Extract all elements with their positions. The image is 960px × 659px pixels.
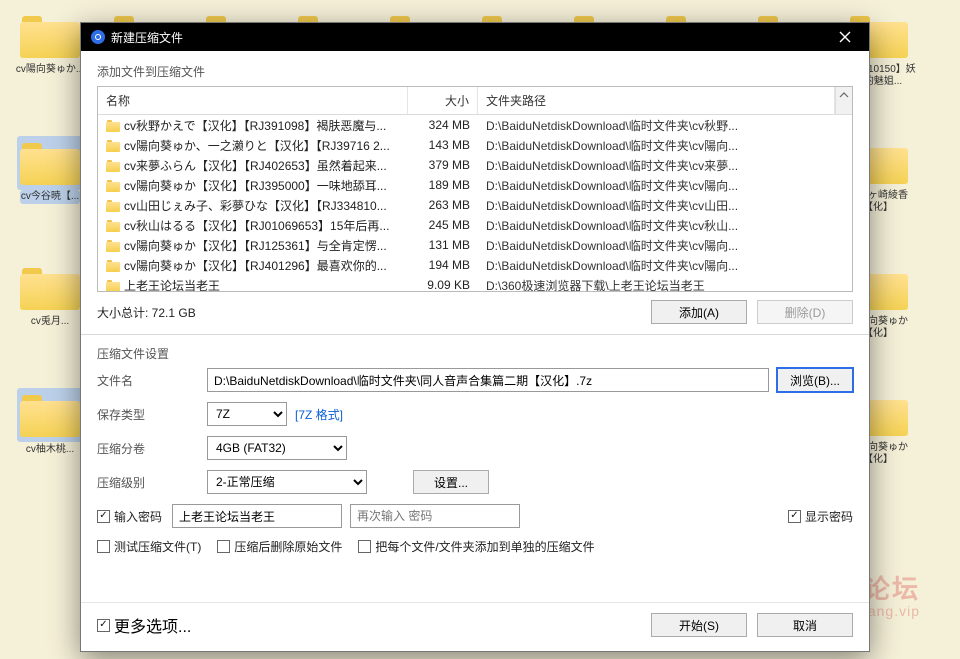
per-file-archive-checkbox[interactable]: 把每个文件/文件夹添加到单独的压缩文件	[358, 538, 594, 555]
folder-icon	[106, 160, 120, 172]
folder-icon	[106, 260, 120, 272]
delete-original-checkbox[interactable]: 压缩后删除原始文件	[217, 538, 342, 555]
folder-icon	[106, 120, 120, 132]
scrollbar-head	[835, 87, 852, 114]
more-options-toggle[interactable]: 更多选项...	[97, 613, 191, 637]
show-password-label: 显示密码	[805, 508, 853, 525]
file-list-body[interactable]: cv秋野かえで【汉化】【RJ391098】褐肤恶魔与...324 MBD:\Ba…	[98, 115, 852, 291]
start-button[interactable]: 开始(S)	[651, 613, 747, 637]
add-files-label: 添加文件到压缩文件	[97, 63, 853, 80]
checkbox-icon	[97, 540, 110, 553]
file-size-cell: 379 MB	[408, 158, 478, 172]
folder-icon	[106, 240, 120, 252]
checkbox-icon	[358, 540, 371, 553]
checkbox-icon	[97, 619, 110, 632]
file-list-row[interactable]: cv秋野かえで【汉化】【RJ391098】褐肤恶魔与...324 MBD:\Ba…	[98, 115, 852, 135]
file-path-cell: D:\BaiduNetdiskDownload\临时文件夹\cv来夢...	[478, 157, 852, 174]
file-size-cell: 9.09 KB	[408, 278, 478, 291]
file-name-cell: cv陽向葵ゅか【汉化】【RJ395000】一味地舔耳...	[98, 177, 408, 194]
file-size-cell: 143 MB	[408, 138, 478, 152]
window-title: 新建压缩文件	[111, 29, 183, 46]
folder-icon	[106, 180, 120, 192]
file-path-cell: D:\BaiduNetdiskDownload\临时文件夹\cv陽向...	[478, 137, 852, 154]
delete-original-label: 压缩后删除原始文件	[234, 538, 342, 555]
password-input[interactable]	[172, 504, 342, 528]
level-select[interactable]: 2-正常压缩	[207, 470, 367, 494]
file-path-cell: D:\360极速浏览器下载\上老王论坛当老王	[478, 277, 852, 292]
file-name-cell: cv陽向葵ゅか、一之濑りと【汉化】【RJ39716 2...	[98, 137, 408, 154]
folder-icon	[106, 280, 120, 292]
test-archive-label: 测试压缩文件(T)	[114, 538, 201, 555]
file-path-cell: D:\BaiduNetdiskDownload\临时文件夹\cv秋野...	[478, 117, 852, 134]
file-list-row[interactable]: cv来夢ふらん【汉化】【RJ402653】虽然着起来...379 MBD:\Ba…	[98, 155, 852, 175]
file-size-cell: 263 MB	[408, 198, 478, 212]
file-list-row[interactable]: cv陽向葵ゅか【汉化】【RJ401296】最喜欢你的...194 MBD:\Ba…	[98, 255, 852, 275]
folder-icon	[106, 220, 120, 232]
file-list-row[interactable]: 上老王论坛当老王9.09 KBD:\360极速浏览器下载\上老王论坛当老王	[98, 275, 852, 291]
title-bar: 新建压缩文件	[81, 23, 869, 51]
format-link[interactable]: [7Z 格式]	[295, 406, 343, 423]
file-list-row[interactable]: cv陽向葵ゅか、一之濑りと【汉化】【RJ39716 2...143 MBD:\B…	[98, 135, 852, 155]
split-label: 压缩分卷	[97, 440, 207, 457]
folder-icon	[106, 140, 120, 152]
file-path-cell: D:\BaiduNetdiskDownload\临时文件夹\cv山田...	[478, 197, 852, 214]
enter-password-checkbox[interactable]: 输入密码	[97, 508, 162, 525]
savetype-select[interactable]: 7Z	[207, 402, 287, 426]
checkbox-icon	[217, 540, 230, 553]
file-name-cell: cv山田じぇみ子、彩夢ひな【汉化】【RJ334810...	[98, 197, 408, 214]
file-name-cell: cv秋山はるる【汉化】【RJ01069653】15年后再...	[98, 217, 408, 234]
file-size-cell: 131 MB	[408, 238, 478, 252]
file-size-cell: 194 MB	[408, 258, 478, 272]
new-archive-dialog: 新建压缩文件 添加文件到压缩文件 名称 大小 文件夹路径 cv秋野かえで【汉化】…	[80, 22, 870, 652]
file-size-cell: 245 MB	[408, 218, 478, 232]
app-icon	[91, 30, 105, 44]
password-label: 输入密码	[114, 508, 162, 525]
file-list-row[interactable]: cv秋山はるる【汉化】【RJ01069653】15年后再...245 MBD:\…	[98, 215, 852, 235]
more-options-label: 更多选项...	[114, 613, 191, 637]
file-name-cell: 上老王论坛当老王	[98, 277, 408, 292]
filename-label: 文件名	[97, 372, 207, 389]
settings-button[interactable]: 设置...	[413, 470, 489, 494]
file-name-cell: cv陽向葵ゅか【汉化】【RJ401296】最喜欢你的...	[98, 257, 408, 274]
filename-input[interactable]	[207, 368, 769, 392]
level-label: 压缩级别	[97, 474, 207, 491]
test-archive-checkbox[interactable]: 测试压缩文件(T)	[97, 538, 201, 555]
file-name-cell: cv来夢ふらん【汉化】【RJ402653】虽然着起来...	[98, 157, 408, 174]
col-header-name[interactable]: 名称	[98, 87, 408, 114]
split-select[interactable]: 4GB (FAT32)	[207, 436, 347, 460]
savetype-label: 保存类型	[97, 406, 207, 423]
show-password-checkbox[interactable]: 显示密码	[788, 508, 853, 525]
folder-icon	[106, 200, 120, 212]
file-size-cell: 189 MB	[408, 178, 478, 192]
chevron-up-icon	[836, 87, 852, 103]
dialog-footer: 更多选项... 开始(S) 取消	[81, 602, 869, 651]
col-header-path[interactable]: 文件夹路径	[478, 87, 835, 114]
checkbox-icon	[788, 510, 801, 523]
file-path-cell: D:\BaiduNetdiskDownload\临时文件夹\cv秋山...	[478, 217, 852, 234]
file-list-header[interactable]: 名称 大小 文件夹路径	[98, 87, 852, 115]
col-header-size[interactable]: 大小	[408, 87, 478, 114]
browse-button[interactable]: 浏览(B)...	[777, 368, 853, 392]
file-name-cell: cv秋野かえで【汉化】【RJ391098】褐肤恶魔与...	[98, 117, 408, 134]
delete-button: 删除(D)	[757, 300, 853, 324]
checkbox-icon	[97, 510, 110, 523]
file-list-row[interactable]: cv陽向葵ゅか【汉化】【RJ125361】与全肯定愣...131 MBD:\Ba…	[98, 235, 852, 255]
total-size-label: 大小总计: 72.1 GB	[97, 304, 196, 321]
password-reenter-input[interactable]	[350, 504, 520, 528]
file-list-row[interactable]: cv陽向葵ゅか【汉化】【RJ395000】一味地舔耳...189 MBD:\Ba…	[98, 175, 852, 195]
per-file-archive-label: 把每个文件/文件夹添加到单独的压缩文件	[375, 538, 594, 555]
close-icon	[839, 31, 851, 43]
file-path-cell: D:\BaiduNetdiskDownload\临时文件夹\cv陽向...	[478, 177, 852, 194]
file-path-cell: D:\BaiduNetdiskDownload\临时文件夹\cv陽向...	[478, 237, 852, 254]
cancel-button[interactable]: 取消	[757, 613, 853, 637]
file-size-cell: 324 MB	[408, 118, 478, 132]
close-button[interactable]	[827, 23, 863, 51]
file-list-row[interactable]: cv山田じぇみ子、彩夢ひな【汉化】【RJ334810...263 MBD:\Ba…	[98, 195, 852, 215]
file-name-cell: cv陽向葵ゅか【汉化】【RJ125361】与全肯定愣...	[98, 237, 408, 254]
file-list[interactable]: 名称 大小 文件夹路径 cv秋野かえで【汉化】【RJ391098】褐肤恶魔与..…	[97, 86, 853, 292]
file-path-cell: D:\BaiduNetdiskDownload\临时文件夹\cv陽向...	[478, 257, 852, 274]
add-button[interactable]: 添加(A)	[651, 300, 747, 324]
archive-settings-label: 压缩文件设置	[97, 345, 853, 362]
